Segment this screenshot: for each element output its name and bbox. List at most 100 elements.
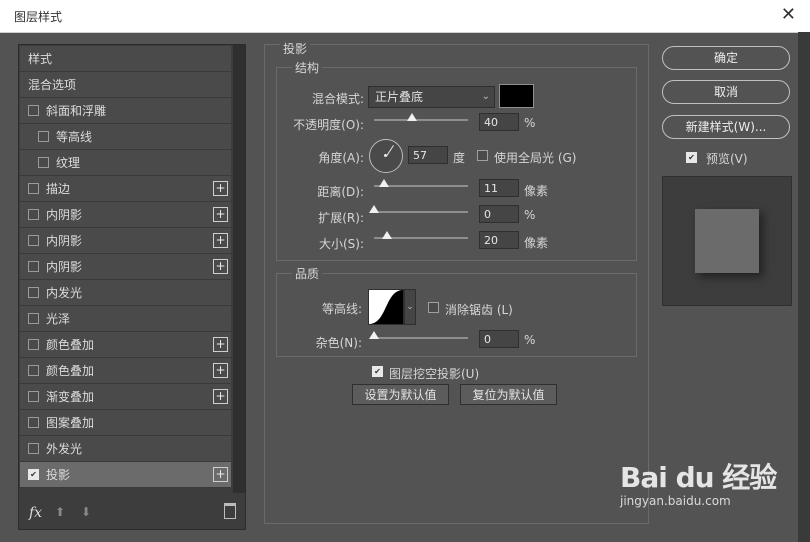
styles-scrollbar[interactable] — [233, 45, 245, 493]
size-input[interactable]: 20 — [479, 231, 519, 249]
style-checkbox[interactable] — [28, 209, 39, 220]
angle-needle — [386, 145, 394, 157]
opacity-input[interactable]: 40 — [479, 113, 519, 131]
new-style-button[interactable]: 新建样式(W)... — [662, 115, 790, 139]
style-item[interactable]: 内发光 — [20, 280, 231, 306]
arrow-down-icon[interactable]: ⬇ — [81, 505, 91, 519]
style-checkbox[interactable] — [28, 313, 39, 324]
plus-icon[interactable]: + — [213, 233, 228, 248]
plus-icon[interactable]: + — [213, 389, 228, 404]
angle-input[interactable]: 57 — [408, 146, 448, 164]
style-checkbox[interactable] — [28, 417, 39, 428]
style-item[interactable]: 颜色叠加 + — [20, 358, 231, 384]
spread-unit: % — [524, 208, 536, 222]
distance-slider[interactable] — [374, 179, 468, 187]
close-icon[interactable]: ✕ — [781, 6, 796, 24]
angle-label: 角度(A): — [318, 151, 364, 165]
style-item[interactable]: 内阴影 + — [20, 228, 231, 254]
style-item[interactable]: 混合选项 — [20, 72, 231, 98]
distance-slider-thumb[interactable] — [379, 179, 389, 187]
blend-mode-select[interactable]: 正片叠底 ⌄ — [368, 86, 495, 108]
noise-label: 杂色(N): — [315, 336, 362, 350]
style-checkbox[interactable] — [28, 391, 39, 402]
style-checkbox[interactable] — [38, 157, 49, 168]
style-item[interactable]: 描边 + — [20, 176, 231, 202]
watermark-brand: Bai du 经验 — [620, 461, 777, 494]
style-item[interactable]: 内阴影 + — [20, 202, 231, 228]
style-item[interactable]: 等高线 — [20, 124, 231, 150]
plus-icon[interactable]: + — [213, 467, 228, 482]
style-item-label: 光泽 — [46, 312, 71, 326]
plus-icon[interactable]: + — [213, 181, 228, 196]
contour-preview[interactable] — [368, 289, 404, 325]
style-item[interactable]: 图案叠加 — [20, 410, 231, 436]
style-item[interactable]: 渐变叠加 + — [20, 384, 231, 410]
plus-icon[interactable]: + — [213, 337, 228, 352]
spread-slider-thumb[interactable] — [369, 205, 379, 213]
style-checkbox[interactable] — [28, 339, 39, 350]
opacity-slider[interactable] — [374, 113, 468, 121]
style-checkbox[interactable] — [38, 131, 49, 142]
plus-icon[interactable]: + — [213, 259, 228, 274]
style-checkbox[interactable] — [28, 365, 39, 376]
style-checkbox[interactable] — [28, 287, 39, 298]
style-item[interactable]: 样式 — [20, 46, 231, 72]
plus-icon[interactable]: + — [213, 207, 228, 222]
style-item-label: 内阴影 — [46, 234, 83, 248]
knockout-checkbox[interactable]: ✔ — [372, 366, 383, 377]
style-checkbox[interactable] — [28, 183, 39, 194]
global-light-checkbox[interactable] — [477, 150, 488, 161]
knockout-label: 图层挖空投影(U) — [389, 367, 480, 381]
styles-footer: fx ⬆ ⬇ — [19, 495, 245, 529]
antialias-label: 消除锯齿 (L) — [445, 303, 513, 317]
fx-icon[interactable]: fx — [29, 505, 42, 521]
style-checkbox[interactable] — [28, 105, 39, 116]
angle-dial[interactable] — [369, 139, 403, 173]
chevron-down-icon[interactable]: ⌄ — [404, 289, 416, 325]
plus-icon[interactable]: + — [213, 363, 228, 378]
noise-slider-thumb[interactable] — [369, 331, 379, 339]
style-item[interactable]: 纹理 — [20, 150, 231, 176]
style-item[interactable]: 内阴影 + — [20, 254, 231, 280]
style-item[interactable]: ✔ 投影 + — [20, 462, 231, 488]
spread-label: 扩展(R): — [318, 211, 364, 225]
preview-shape — [695, 209, 759, 273]
trash-icon[interactable] — [224, 503, 236, 519]
style-item-label: 投影 — [46, 468, 71, 482]
size-slider[interactable] — [374, 231, 468, 239]
shadow-color-swatch[interactable] — [499, 84, 534, 108]
style-checkbox[interactable]: ✔ — [28, 469, 39, 480]
arrow-up-icon[interactable]: ⬆ — [55, 505, 65, 519]
angle-unit: 度 — [453, 151, 466, 165]
opacity-slider-thumb[interactable] — [406, 113, 417, 121]
antialias-checkbox[interactable] — [428, 302, 439, 313]
chevron-down-icon: ⌄ — [481, 91, 490, 102]
style-item[interactable]: 外发光 — [20, 436, 231, 462]
size-label: 大小(S): — [318, 237, 364, 251]
style-item-label: 颜色叠加 — [46, 338, 95, 352]
size-slider-thumb[interactable] — [382, 231, 392, 239]
reset-default-button[interactable]: 复位为默认值 — [460, 384, 557, 405]
style-item-label: 纹理 — [56, 156, 81, 170]
style-item-label: 等高线 — [56, 130, 93, 144]
style-checkbox[interactable] — [28, 235, 39, 246]
distance-input[interactable]: 11 — [479, 179, 519, 197]
noise-slider[interactable] — [369, 331, 468, 339]
style-item[interactable]: 斜面和浮雕 — [20, 98, 231, 124]
spread-slider[interactable] — [369, 205, 468, 213]
style-item-label: 内阴影 — [46, 208, 83, 222]
contour-curve-icon — [369, 290, 403, 324]
style-checkbox[interactable] — [28, 443, 39, 454]
spread-input[interactable]: 0 — [479, 205, 519, 223]
style-item[interactable]: 光泽 — [20, 306, 231, 332]
blend-mode-label: 混合模式: — [311, 92, 364, 106]
style-item-label: 混合选项 — [28, 78, 77, 92]
noise-input[interactable]: 0 — [479, 330, 519, 348]
preview-checkbox[interactable]: ✔ — [686, 152, 697, 163]
set-default-button[interactable]: 设置为默认值 — [352, 384, 449, 405]
styles-list: 样式 混合选项 斜面和浮雕 等高线 纹理 描边 + 内阴影 + 内阴影 + 内阴影 + 内发光 光泽 颜色叠加… — [20, 46, 231, 488]
ok-button[interactable]: 确定 — [662, 46, 790, 70]
style-checkbox[interactable] — [28, 261, 39, 272]
style-item[interactable]: 颜色叠加 + — [20, 332, 231, 358]
cancel-button[interactable]: 取消 — [662, 80, 790, 104]
